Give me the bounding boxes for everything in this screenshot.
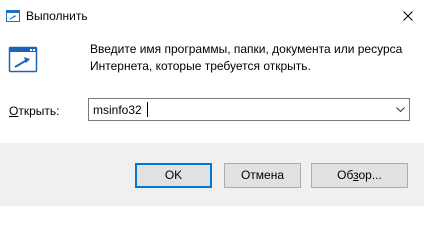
close-button[interactable]: [390, 0, 424, 32]
instructions-text: Введите имя программы, папки, документа …: [90, 41, 410, 75]
open-label: Открыть:: [9, 104, 59, 118]
close-icon: [403, 11, 413, 21]
open-label-accelerator: О: [9, 104, 19, 118]
open-label-text: ткрыть:: [18, 104, 60, 118]
run-icon: [6, 10, 20, 22]
window-title: Выполнить: [26, 9, 88, 23]
browse-label-post: ор...: [358, 168, 382, 182]
browse-label-pre: Об: [337, 168, 354, 182]
history-dropdown-button[interactable]: [391, 99, 409, 120]
run-program-icon: [8, 44, 40, 76]
title-bar[interactable]: Выполнить: [0, 0, 424, 32]
open-combobox[interactable]: [88, 98, 410, 121]
instructions-line-2: Интернета, которые требуется открыть.: [90, 59, 311, 73]
ok-button[interactable]: OK: [135, 163, 212, 188]
open-input[interactable]: [93, 103, 383, 117]
instructions-line-1: Введите имя программы, папки, документа …: [90, 42, 403, 56]
browse-button[interactable]: Обзор...: [311, 163, 408, 188]
run-dialog: Выполнить Введите имя программы, папки, …: [0, 0, 424, 206]
cancel-button[interactable]: Отмена: [224, 163, 301, 188]
chevron-down-icon: [396, 107, 405, 112]
text-cursor: [147, 102, 148, 117]
